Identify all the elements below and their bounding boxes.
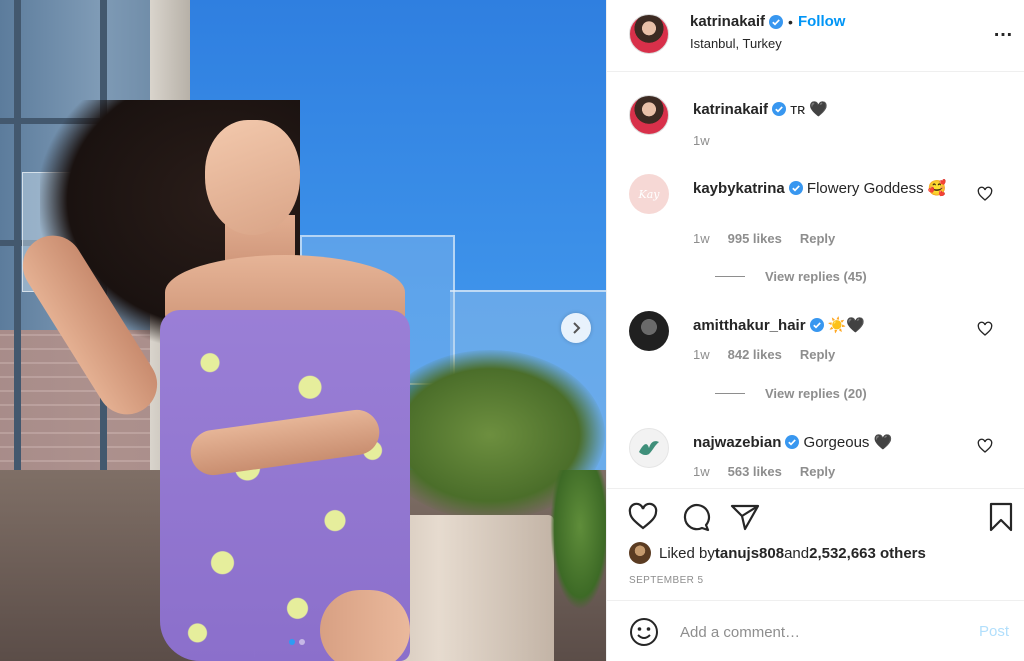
username-link[interactable]: kaybykatrina <box>693 180 785 197</box>
carousel-dot <box>299 639 305 645</box>
username-link[interactable]: najwazebian <box>693 434 781 451</box>
verified-badge-icon <box>809 318 824 332</box>
comment-text: najwazebian Gorgeous 🖤 <box>693 432 973 453</box>
face <box>205 120 300 235</box>
avatar-logo-text: Kay <box>638 187 660 201</box>
avatar[interactable] <box>629 311 669 351</box>
timestamp[interactable]: 1w <box>693 347 710 362</box>
comment-likes[interactable]: 995 likes <box>728 231 782 246</box>
liked-count-link[interactable]: 2,532,663 others <box>809 545 926 562</box>
username-link[interactable]: katrinakaif <box>690 13 765 30</box>
liked-prefix: Liked by <box>659 544 715 562</box>
chevron-right-icon <box>573 322 581 334</box>
post-date[interactable]: SEPTEMBER 5 <box>629 575 703 586</box>
avatar[interactable] <box>629 428 669 468</box>
comment-input[interactable] <box>680 619 960 645</box>
post-photo[interactable] <box>0 0 606 661</box>
woman-figure <box>0 0 606 661</box>
post-side-panel: katrinakaif • Follow Istanbul, Turkey … … <box>606 0 1024 661</box>
timestamp[interactable]: 1w <box>693 133 710 148</box>
comment-bubble-icon[interactable] <box>679 501 711 533</box>
reply-button[interactable]: Reply <box>800 464 835 479</box>
carousel-indicator <box>289 639 305 645</box>
comment-text: kaybykatrina Flowery Goddess 🥰 <box>693 178 973 199</box>
username-link[interactable]: amitthakur_hair <box>693 317 806 334</box>
comment-body: Gorgeous 🖤 <box>803 434 893 451</box>
like-heart-icon[interactable] <box>627 501 659 533</box>
comment-likes[interactable]: 563 likes <box>728 464 782 479</box>
view-replies-button[interactable]: View replies (20) <box>715 386 867 401</box>
comment-text: amitthakur_hair ☀️🖤 <box>693 315 973 336</box>
like-comment-heart-icon[interactable] <box>977 186 993 202</box>
comment-body: Flowery Goddess 🥰 <box>806 180 947 197</box>
avatar[interactable]: Kay <box>629 174 669 214</box>
reply-button[interactable]: Reply <box>800 231 835 246</box>
comment-meta: 1w 842 likes Reply <box>693 347 835 362</box>
avatar[interactable] <box>629 95 669 135</box>
avatar[interactable] <box>629 14 669 54</box>
more-options-icon[interactable]: … <box>993 20 1014 40</box>
post-header: katrinakaif • Follow Istanbul, Turkey … <box>607 0 1024 72</box>
verified-badge-icon <box>769 14 784 29</box>
reply-button[interactable]: Reply <box>800 347 835 362</box>
comment-body: ☀️🖤 <box>827 317 866 334</box>
post-comment-button[interactable]: Post <box>979 623 1009 640</box>
timestamp[interactable]: 1w <box>693 231 710 246</box>
add-comment-bar: Post <box>607 600 1024 661</box>
caption-text: katrinakaif ᴛʀ 🖤 <box>693 99 973 120</box>
view-replies-label: View replies (45) <box>765 269 867 284</box>
view-replies-label: View replies (20) <box>765 386 867 401</box>
caption-meta: 1w <box>693 133 710 148</box>
post-actions: Liked by tanujs808 and 2,532,663 others … <box>607 488 1024 598</box>
view-replies-button[interactable]: View replies (45) <box>715 269 867 284</box>
comment-likes[interactable]: 842 likes <box>728 347 782 362</box>
header-user-line: katrinakaif • Follow <box>690 13 845 30</box>
caption: katrinakaif ᴛʀ 🖤 1w <box>629 95 1009 155</box>
verified-badge-icon <box>785 435 800 449</box>
comment-item: Kay kaybykatrina Flowery Goddess 🥰 1w 99… <box>629 174 1009 284</box>
replies-line <box>715 276 745 277</box>
share-send-icon[interactable] <box>729 501 761 533</box>
separator: • <box>788 13 793 30</box>
bird-logo-icon <box>639 441 659 456</box>
comment-meta: 1w 563 likes Reply <box>693 464 835 479</box>
likes-summary: Liked by tanujs808 and 2,532,663 others <box>629 542 926 564</box>
avatar[interactable] <box>629 542 651 564</box>
next-image-button[interactable] <box>561 313 591 343</box>
verified-badge-icon <box>788 181 803 195</box>
carousel-dot-active <box>289 639 295 645</box>
save-bookmark-icon[interactable] <box>985 501 1017 533</box>
leg <box>320 590 410 661</box>
liked-user-link[interactable]: tanujs808 <box>715 545 784 562</box>
like-comment-heart-icon[interactable] <box>977 438 993 454</box>
username-link[interactable]: katrinakaif <box>693 101 768 118</box>
like-comment-heart-icon[interactable] <box>977 321 993 337</box>
comment-meta: 1w 995 likes Reply <box>693 231 835 246</box>
verified-badge-icon <box>772 102 787 116</box>
liked-and: and <box>784 544 810 562</box>
emoji-icon[interactable] <box>629 617 659 647</box>
location-link[interactable]: Istanbul, Turkey <box>690 36 782 51</box>
follow-button[interactable]: Follow <box>798 13 846 30</box>
timestamp[interactable]: 1w <box>693 464 710 479</box>
comment-item: amitthakur_hair ☀️🖤 1w 842 likes Reply V… <box>629 311 1009 411</box>
caption-body: ᴛʀ 🖤 <box>790 101 829 118</box>
replies-line <box>715 393 745 394</box>
comment-item: najwazebian Gorgeous 🖤 1w 563 likes Repl… <box>629 428 1009 486</box>
